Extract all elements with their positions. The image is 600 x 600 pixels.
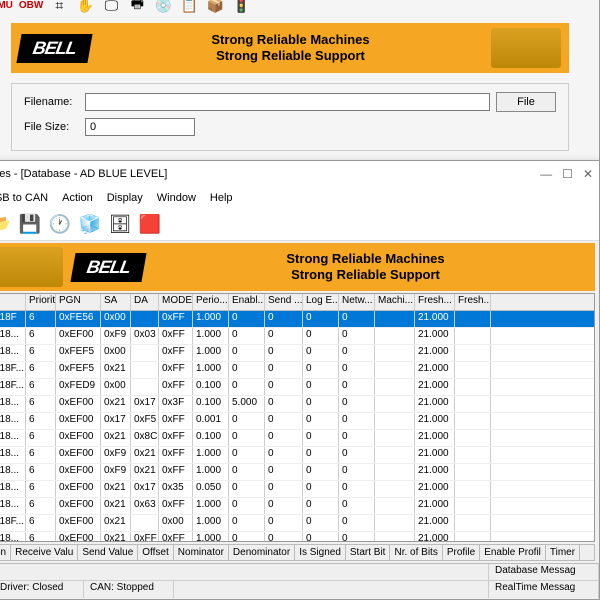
filter-icon[interactable]: 🧊	[77, 212, 103, 238]
truck-image-left	[0, 247, 63, 287]
top-banner: BELL Strong Reliable Machines Strong Rel…	[11, 23, 569, 73]
table-row[interactable]: 0x18F60xFE560x000xFF1.000000021.000	[0, 311, 594, 328]
open-icon[interactable]: 📂	[0, 212, 13, 238]
table-row[interactable]: 0x18...60xEF000x210x170x3F0.1005.0000002…	[0, 396, 594, 413]
table-row[interactable]: 0x18...60xEF000x210x8C0xFF0.100000021.00…	[0, 430, 594, 447]
status-driver: Driver: Closed	[0, 581, 84, 598]
clock-icon[interactable]: 🕐	[47, 212, 73, 238]
print-icon[interactable]: 🖶	[127, 0, 147, 15]
filesize-label: File Size:	[24, 121, 79, 133]
banner-slogan-2: Strong Reliable Machines Strong Reliable…	[144, 251, 587, 282]
bottom-tabs: tionReceive ValuSend ValueOffsetNominato…	[0, 544, 595, 561]
database-window: eries - [Database - AD BLUE LEVEL] — ☐ ✕…	[0, 160, 600, 600]
table-row[interactable]: 0x18...60xEF000xF90x210xFF1.000000021.00…	[0, 464, 594, 481]
maximize-icon[interactable]: ☐	[562, 167, 573, 181]
filesize-input[interactable]	[85, 118, 195, 136]
menu-window[interactable]: Window	[157, 192, 196, 204]
obw-label[interactable]: OBW	[19, 0, 43, 11]
minimize-icon[interactable]: —	[540, 167, 552, 181]
tab-profile[interactable]: Profile	[443, 545, 480, 560]
col-header[interactable]: Priority	[26, 294, 56, 310]
tab-nominator[interactable]: Nominator	[174, 545, 229, 560]
monitor-icon[interactable]: 🖵	[101, 0, 121, 15]
status-rt-msg: RealTime Messag	[489, 581, 599, 598]
box-icon[interactable]: 📦	[205, 0, 225, 15]
bell-logo-2: BELL	[70, 253, 146, 282]
table-row[interactable]: 0x18...60xEF000xF90x210xFF1.000000021.00…	[0, 447, 594, 464]
tab-is-signed[interactable]: Is Signed	[295, 545, 346, 560]
col-header[interactable]: Fresh...	[415, 294, 455, 310]
tab-enable-profil[interactable]: Enable Profil	[480, 545, 546, 560]
grid-header: IDPriorityPGNSADAMODEPerio...Enabl...Sen…	[0, 294, 594, 311]
status-db-msg: Database Messag	[489, 564, 599, 580]
table-row[interactable]: 0x18...60xEF000x210x630xFF1.000000021.00…	[0, 498, 594, 515]
table-row[interactable]: 0x18F...60xEF000x210x001.000000021.000	[0, 515, 594, 532]
grid-body[interactable]: 0x18F60xFE560x000xFF1.000000021.0000x18.…	[0, 311, 594, 541]
hand-icon[interactable]: ✋	[75, 0, 95, 15]
col-header[interactable]: Fresh...	[455, 294, 491, 310]
tab-start-bit[interactable]: Start Bit	[346, 545, 391, 560]
tab-tion[interactable]: tion	[0, 545, 11, 560]
window-title: eries - [Database - AD BLUE LEVEL]	[0, 168, 167, 180]
traffic-icon[interactable]: 🚦	[231, 0, 251, 15]
col-header[interactable]: Machi...	[375, 294, 415, 310]
table-row[interactable]: 0x18...60xEF000x210x170x350.050000021.00…	[0, 481, 594, 498]
cube-icon[interactable]: 🟥	[137, 212, 163, 238]
save-icon[interactable]: 💾	[17, 212, 43, 238]
menu-help[interactable]: Help	[210, 192, 233, 204]
col-header[interactable]: SA	[101, 294, 131, 310]
tab-offset[interactable]: Offset	[138, 545, 174, 560]
table-row[interactable]: 0x18...60xEF000x210xFF0xFF1.000000021.00…	[0, 532, 594, 541]
filename-input[interactable]	[85, 93, 490, 111]
top-toolbar: MMU OBW ⌗ ✋ 🖵 🖶 💿 📋 📦 🚦	[0, 0, 599, 19]
col-header[interactable]: Log E...	[303, 294, 339, 310]
binary-icon[interactable]: ⌗	[49, 0, 69, 15]
bell-logo: BELL	[16, 34, 92, 63]
tab-nr-of-bits[interactable]: Nr. of Bits	[390, 545, 442, 560]
table-row[interactable]: 0x18...60xEF000x170xF50xFF0.001000021.00…	[0, 413, 594, 430]
tab-receive-valu[interactable]: Receive Valu	[11, 545, 78, 560]
calendar-icon[interactable]: 📋	[179, 0, 199, 15]
tab-send-value[interactable]: Send Value	[78, 545, 138, 560]
menubar: USB to CAN Action Display Window Help	[0, 187, 599, 209]
window-banner: BELL Strong Reliable Machines Strong Rel…	[0, 243, 595, 291]
col-header[interactable]: ID	[0, 294, 26, 310]
table-row[interactable]: 0x18...60xFEF50x000xFF1.000000021.000	[0, 345, 594, 362]
file-button[interactable]: File	[496, 92, 556, 112]
status-can: CAN: Stopped	[84, 581, 174, 598]
col-header[interactable]: Netw...	[339, 294, 375, 310]
col-header[interactable]: DA	[131, 294, 159, 310]
titlebar: eries - [Database - AD BLUE LEVEL] — ☐ ✕	[0, 161, 599, 187]
statusbar: : Database Messag Driver: Closed CAN: St…	[0, 563, 599, 599]
data-grid[interactable]: IDPriorityPGNSADAMODEPerio...Enabl...Sen…	[0, 293, 595, 542]
col-header[interactable]: Perio...	[193, 294, 229, 310]
file-section: Filename: File File Size:	[11, 83, 569, 151]
table-row[interactable]: 0x18F...60xFEF50x210xFF1.000000021.000	[0, 362, 594, 379]
close-icon[interactable]: ✕	[583, 167, 593, 181]
col-header[interactable]: PGN	[56, 294, 101, 310]
col-header[interactable]: MODE	[159, 294, 193, 310]
menu-usb-to-can[interactable]: USB to CAN	[0, 192, 48, 204]
menu-action[interactable]: Action	[62, 192, 93, 204]
database-icon[interactable]: 🗄	[107, 212, 133, 238]
tab-timer[interactable]: Timer	[546, 545, 580, 560]
tab-denominator[interactable]: Denominator	[229, 545, 295, 560]
filename-label: Filename:	[24, 96, 79, 108]
col-header[interactable]: Send ...	[265, 294, 303, 310]
table-row[interactable]: 0x18F...60xFED90x000xFF0.100000021.000	[0, 379, 594, 396]
menu-display[interactable]: Display	[107, 192, 143, 204]
truck-image	[491, 28, 561, 68]
disc-icon[interactable]: 💿	[153, 0, 173, 15]
toolbar: 📂 💾 🕐 🧊 🗄 🟥	[0, 209, 599, 241]
banner-slogan: Strong Reliable Machines Strong Reliable…	[90, 32, 491, 63]
table-row[interactable]: 0x18...60xEF000xF90x030xFF1.000000021.00…	[0, 328, 594, 345]
mmu-label[interactable]: MMU	[0, 0, 13, 11]
col-header[interactable]: Enabl...	[229, 294, 265, 310]
